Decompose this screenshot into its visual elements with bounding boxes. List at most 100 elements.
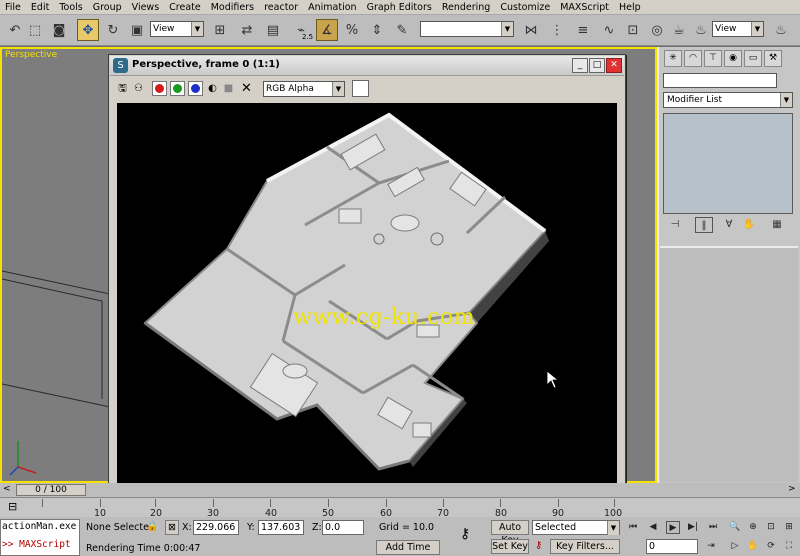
menu-modifiers[interactable]: Modifiers <box>206 2 259 13</box>
menu-customize[interactable]: Customize <box>495 2 555 13</box>
menu-help[interactable]: Help <box>614 2 646 13</box>
motion-tab-icon[interactable]: ◉ <box>724 50 742 67</box>
display-channel-dropdown[interactable]: RGB Alpha ▼ <box>263 81 345 97</box>
menu-maxscript[interactable]: MAXScript <box>555 2 614 13</box>
hierarchy-tab-icon[interactable]: ⊤ <box>704 50 722 67</box>
show-end-result-icon[interactable]: ‖ <box>695 217 713 233</box>
time-slider-track[interactable]: < > <box>0 483 800 497</box>
field-of-view-icon[interactable]: ▷ <box>728 540 742 553</box>
set-key-icon[interactable]: ⚷ <box>535 540 542 551</box>
menu-reactor[interactable]: reactor <box>259 2 303 13</box>
align-icon[interactable]: ▤ <box>262 19 284 41</box>
next-frame-icon[interactable]: > <box>788 484 796 494</box>
zoom-all-icon[interactable]: ⊕ <box>746 521 760 534</box>
alpha-channel-icon[interactable]: ◐ <box>206 82 219 95</box>
key-mode-toggle-icon[interactable]: ⇥ <box>704 540 718 553</box>
select-object-icon[interactable]: ⬚ <box>24 19 46 41</box>
menu-edit[interactable]: Edit <box>26 2 54 13</box>
render-scene-icon[interactable]: ☕ <box>668 19 690 41</box>
blue-channel-button[interactable] <box>188 81 203 96</box>
orbit-icon[interactable]: ⟳ <box>764 540 778 553</box>
select-by-name-icon[interactable]: ◙ <box>48 19 70 41</box>
pixel-color-swatch[interactable] <box>352 80 369 97</box>
modify-tab-icon[interactable]: ◠ <box>684 50 702 67</box>
menu-group[interactable]: Group <box>88 2 127 13</box>
minimize-icon[interactable]: _ <box>572 58 588 73</box>
curve-editor-icon[interactable]: ∿ <box>598 19 620 41</box>
key-filters-button[interactable]: Key Filters... <box>550 539 620 554</box>
zoom-icon[interactable]: 🔍 <box>728 521 742 534</box>
create-tab-icon[interactable]: ✳ <box>664 50 682 67</box>
utilities-tab-icon[interactable]: ⚒ <box>764 50 782 67</box>
clear-icon[interactable]: ✕ <box>240 82 253 95</box>
current-frame-field[interactable]: 0 <box>646 539 698 554</box>
modifier-stack[interactable] <box>663 113 793 214</box>
play-icon[interactable]: ▶ <box>666 521 680 534</box>
green-channel-button[interactable] <box>170 81 185 96</box>
monochrome-icon[interactable]: ■ <box>222 82 235 95</box>
zoom-extents-icon[interactable]: ⊡ <box>764 521 778 534</box>
key-mode-dropdown[interactable]: Selected ▼ <box>532 520 620 535</box>
menu-file[interactable]: File <box>0 2 26 13</box>
edit-named-selection-icon[interactable]: ✎ <box>391 19 413 41</box>
menu-tools[interactable]: Tools <box>54 2 87 13</box>
previous-frame-icon[interactable]: ◀ <box>646 521 660 534</box>
key-mode-icon[interactable]: ⚷ <box>460 526 470 542</box>
x-coordinate-field[interactable]: 229.066 <box>193 520 239 535</box>
remove-modifier-icon[interactable]: ✋ <box>740 217 758 233</box>
menu-animation[interactable]: Animation <box>303 2 361 13</box>
pivot-center-icon[interactable]: ⊞ <box>209 19 231 41</box>
maxscript-input-line[interactable]: >> MAXScript <box>2 539 71 550</box>
mirror-axis-icon[interactable]: ⋈ <box>520 19 542 41</box>
add-time-tag-button[interactable]: Add Time Tag <box>376 540 440 556</box>
go-to-start-icon[interactable]: ⏮ <box>626 521 640 534</box>
absolute-mode-icon[interactable]: ⊠ <box>165 520 179 535</box>
red-channel-button[interactable] <box>152 81 167 96</box>
make-unique-icon[interactable]: ∀ <box>720 217 738 233</box>
select-and-rotate-icon[interactable]: ↻ <box>102 19 124 41</box>
menu-graph-editors[interactable]: Graph Editors <box>362 2 437 13</box>
object-name-field[interactable] <box>663 73 777 88</box>
menu-rendering[interactable]: Rendering <box>437 2 496 13</box>
layer-manager-icon[interactable]: ≡ <box>572 19 594 41</box>
select-and-scale-icon[interactable]: ▣ <box>126 19 148 41</box>
render-view-dropdown[interactable]: View ▼ <box>712 21 764 37</box>
select-and-move-icon[interactable]: ✥ <box>77 19 99 41</box>
zoom-extents-all-icon[interactable]: ⊞ <box>782 521 796 534</box>
auto-key-button[interactable]: Auto Key <box>491 520 529 546</box>
open-mini-curve-editor-icon[interactable]: ⊟ <box>8 500 17 513</box>
y-coordinate-field[interactable]: 137.603 <box>258 520 304 535</box>
next-frame-button-icon[interactable]: ▶| <box>686 521 700 534</box>
render-last-icon[interactable]: ♨ <box>770 19 792 41</box>
menu-create[interactable]: Create <box>164 2 206 13</box>
maximize-icon[interactable]: □ <box>589 58 605 73</box>
modifier-list-dropdown[interactable]: Modifier List ▼ <box>663 92 793 108</box>
save-bitmap-icon[interactable]: 🖫 <box>116 82 129 95</box>
prev-frame-icon[interactable]: < <box>3 484 11 494</box>
go-to-end-icon[interactable]: ⏭ <box>706 521 720 534</box>
pan-view-icon[interactable]: ✋ <box>746 540 760 553</box>
pin-stack-icon[interactable]: ⊣ <box>666 217 684 233</box>
clone-frame-icon[interactable]: ⚇ <box>132 82 145 95</box>
close-icon[interactable]: ✕ <box>606 58 622 73</box>
lock-selection-icon[interactable]: 🔒 <box>146 521 158 532</box>
track-bar[interactable]: ⊟ <box>0 497 800 517</box>
material-editor-icon[interactable]: ◎ <box>646 19 668 41</box>
quick-render-icon[interactable]: ♨ <box>690 19 712 41</box>
time-slider-thumb[interactable]: 0 / 100 <box>16 484 86 496</box>
display-tab-icon[interactable]: ▭ <box>744 50 762 67</box>
angle-snap-icon[interactable]: ∡ <box>316 19 338 41</box>
undo-icon[interactable]: ↶ <box>4 19 26 41</box>
array-icon[interactable]: ⋮ <box>546 19 568 41</box>
percent-snap-icon[interactable]: % <box>341 19 363 41</box>
z-coordinate-field[interactable]: 0.0 <box>322 520 364 535</box>
menu-views[interactable]: Views <box>127 2 165 13</box>
reference-coord-dropdown[interactable]: View ▼ <box>150 21 204 37</box>
spinner-snap-icon[interactable]: ⇕ <box>366 19 388 41</box>
maximize-viewport-icon[interactable]: ⛶ <box>782 540 796 553</box>
schematic-view-icon[interactable]: ⊡ <box>622 19 644 41</box>
mirror-icon[interactable]: ⇄ <box>236 19 258 41</box>
named-selection-dropdown[interactable]: ▼ <box>420 21 514 37</box>
configure-modifier-sets-icon[interactable]: ▦ <box>768 217 786 233</box>
viewport-label[interactable]: Perspective <box>5 50 57 60</box>
